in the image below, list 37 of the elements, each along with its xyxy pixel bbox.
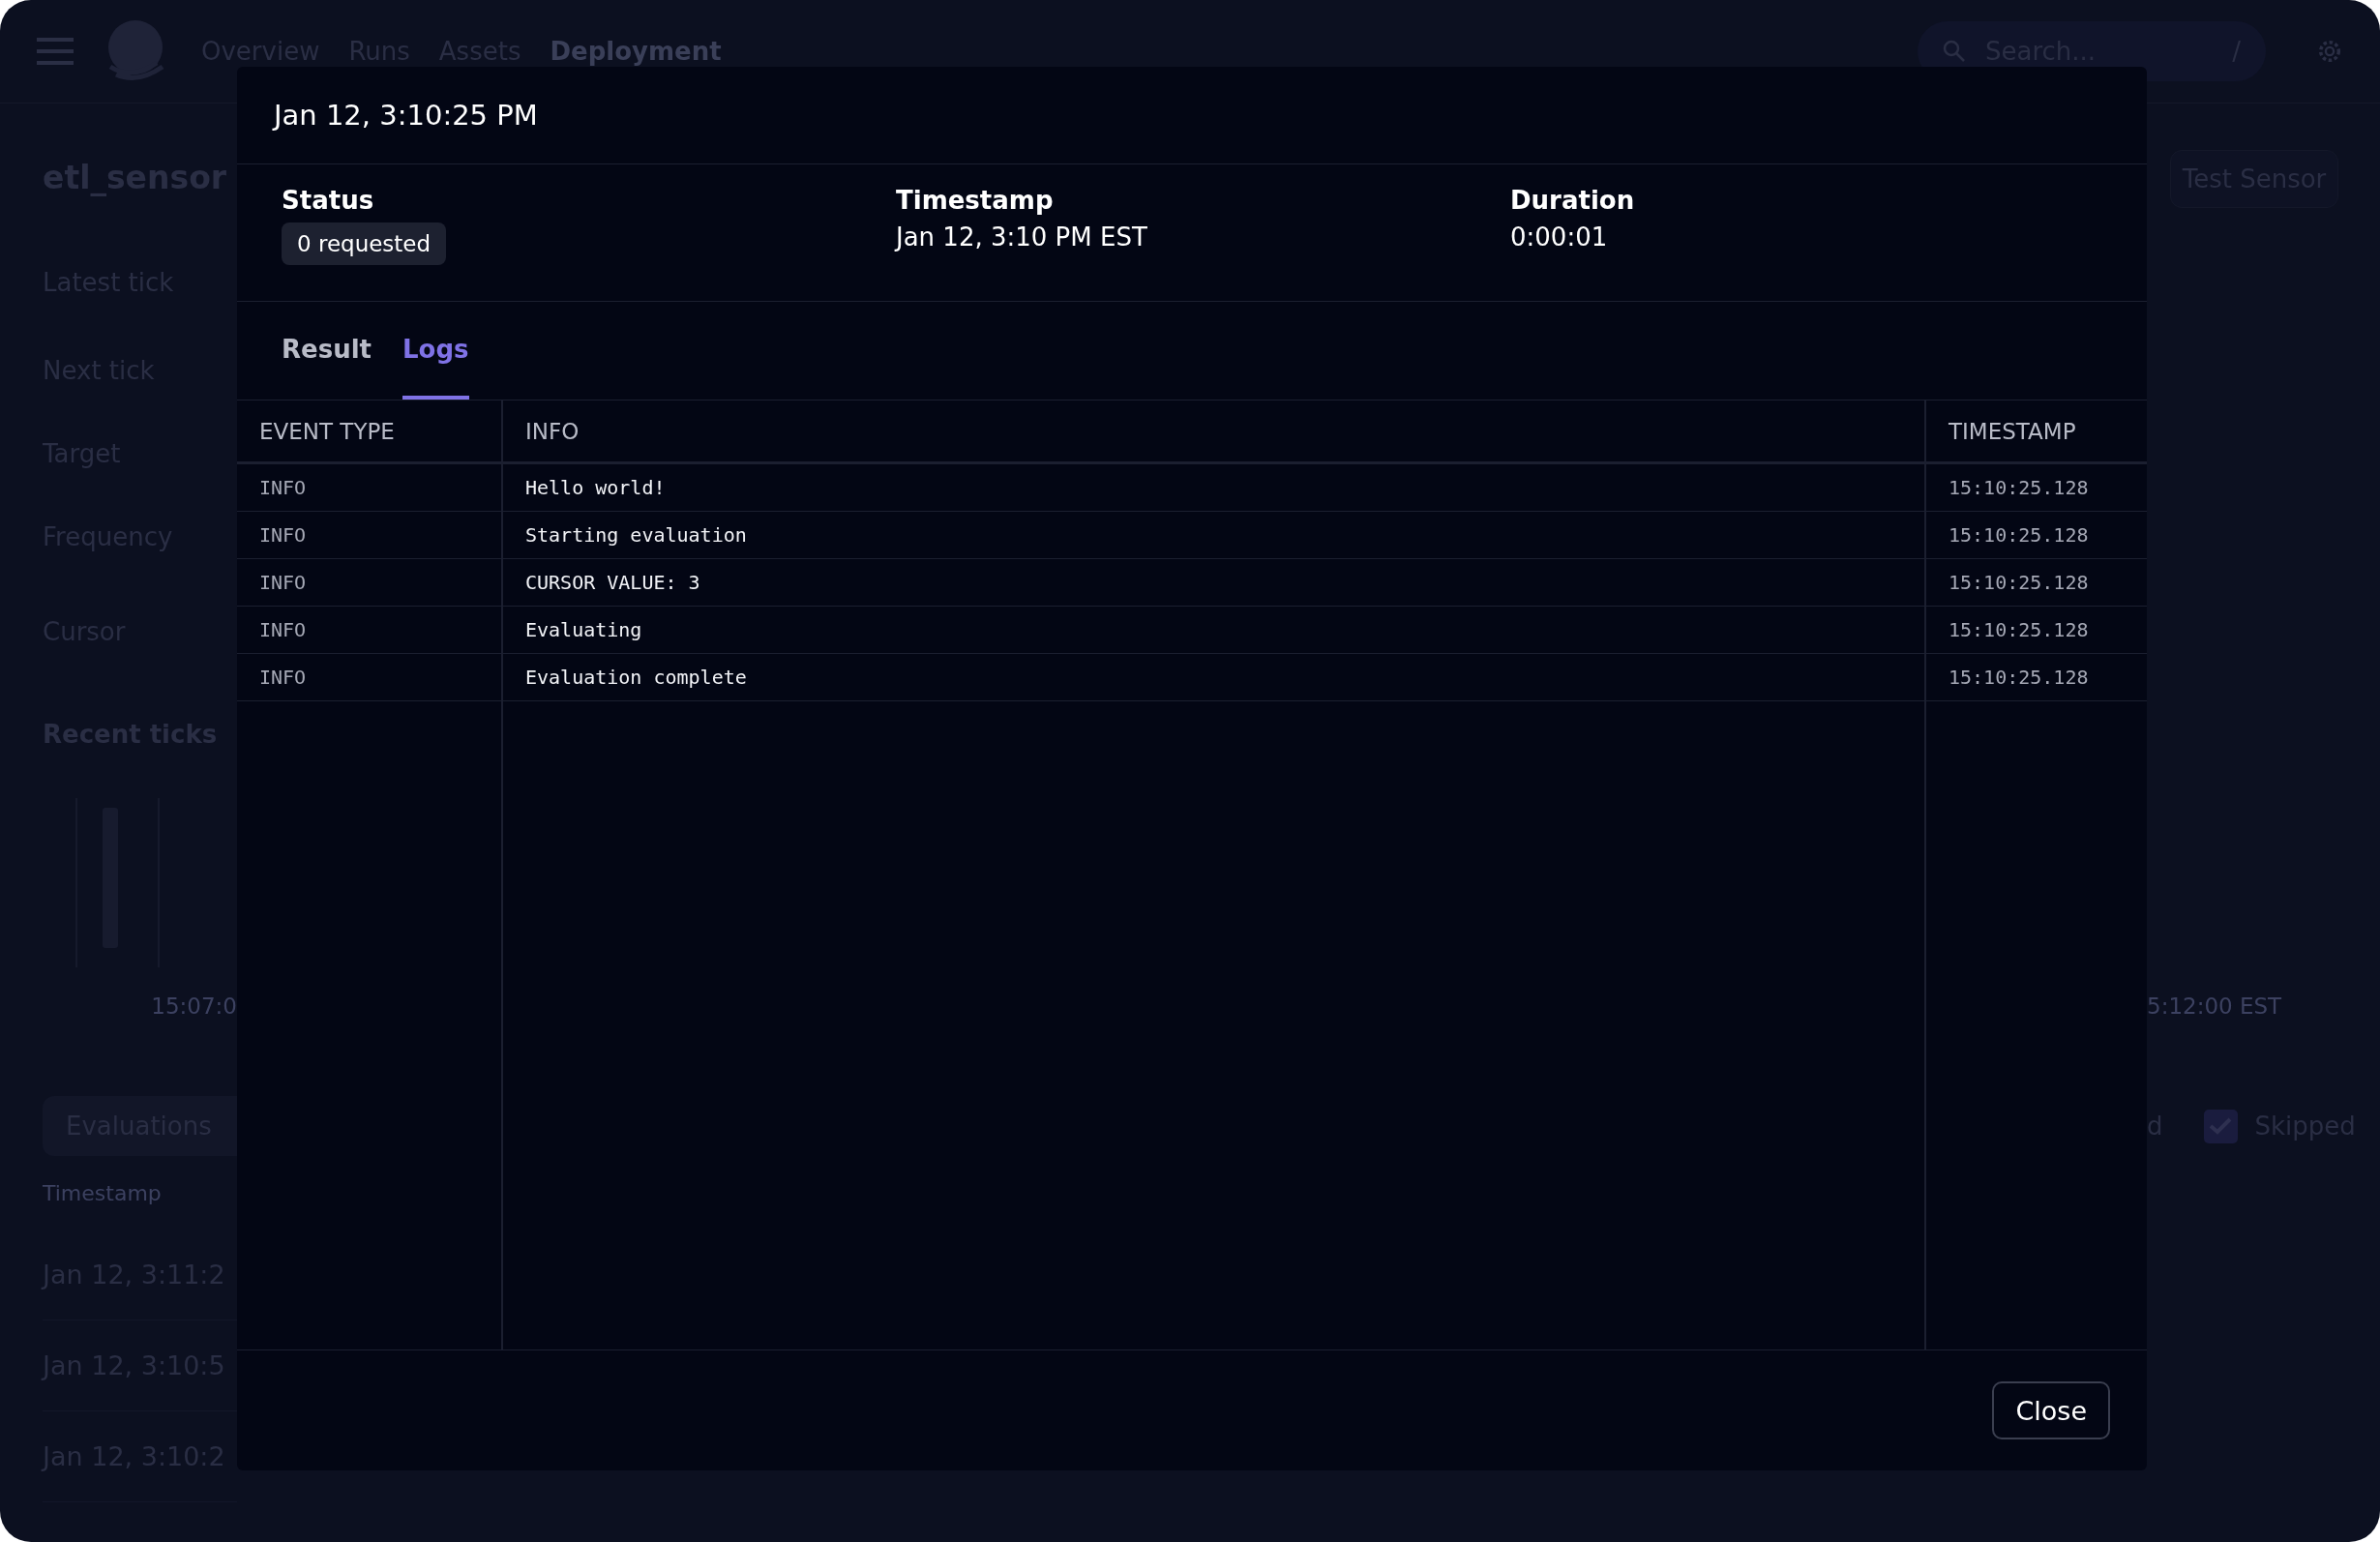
close-button[interactable]: Close: [1992, 1381, 2110, 1439]
column-header: EVENT TYPE: [237, 400, 503, 464]
field-label: Status: [282, 186, 374, 215]
table-cell: Starting evaluation: [503, 512, 1926, 559]
axis-label: 15:07:0: [151, 993, 237, 1019]
table-cell: CURSOR VALUE: 3: [503, 559, 1926, 607]
column-header: INFO: [503, 400, 1926, 464]
dialog-title: Jan 12, 3:10:25 PM: [274, 99, 538, 132]
skipped-checkbox[interactable]: [2203, 1109, 2238, 1143]
table-cell: 15:10:25.128: [1926, 607, 2147, 654]
table-cell: INFO: [237, 654, 503, 701]
table-cell: 15:10:25.128: [1926, 559, 2147, 607]
table-cell: 15:10:25.128: [1926, 654, 2147, 701]
table-cell: INFO: [237, 464, 503, 512]
table-cell: Hello world!: [503, 464, 1926, 512]
table-cell: INFO: [237, 512, 503, 559]
shortcut-hint: /: [2232, 37, 2241, 66]
field-value: 0:00:01: [1510, 222, 1608, 252]
table-cell: 15:10:25.128: [1926, 464, 2147, 512]
field-label: Timestamp: [896, 186, 1054, 215]
column-header: TIMESTAMP: [1926, 400, 2147, 464]
field-label: Duration: [1510, 186, 1635, 215]
table-cell: INFO: [237, 607, 503, 654]
status-badge: 0 requested: [282, 222, 447, 265]
settings-icon[interactable]: [2316, 38, 2343, 65]
nav-link[interactable]: Deployment: [550, 37, 722, 66]
table-cell: Evaluating: [503, 607, 1926, 654]
search-icon: [1943, 40, 1966, 63]
tab[interactable]: Logs: [402, 302, 469, 400]
column-header: Timestamp: [43, 1180, 162, 1205]
axis-label: 5:12:00 EST: [2147, 993, 2282, 1019]
table-cell: 15:10:25.128: [1926, 512, 2147, 559]
menu-icon[interactable]: [37, 38, 74, 65]
tab[interactable]: Result: [282, 302, 372, 400]
table-cell: INFO: [237, 559, 503, 607]
field-value: Jan 12, 3:10 PM EST: [896, 222, 1147, 252]
table-cell: Evaluation complete: [503, 654, 1926, 701]
